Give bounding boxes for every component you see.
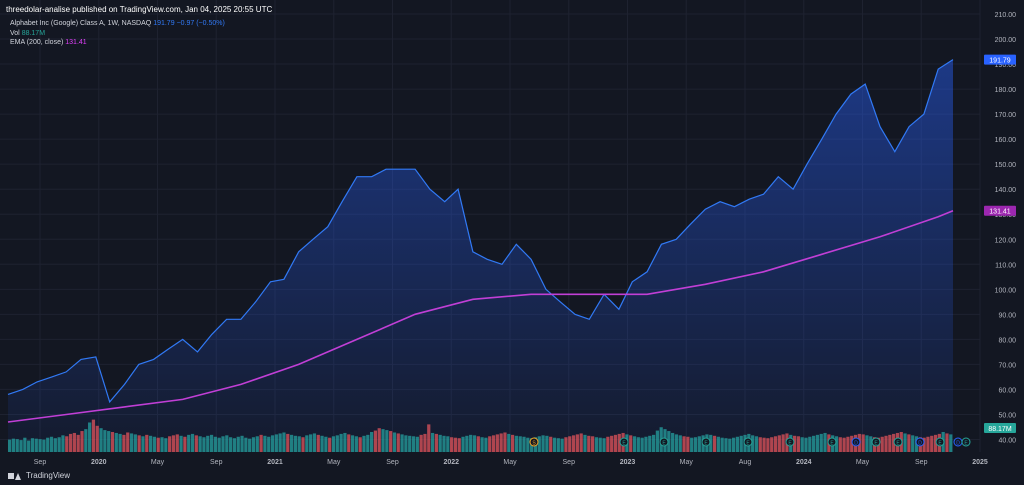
y-tick-label: 180.00 [995, 87, 1017, 94]
x-tick-label: Sep [210, 459, 223, 466]
x-tick-label: Sep [915, 459, 928, 466]
x-tick-label: May [327, 459, 341, 466]
y-tick-label: 160.00 [995, 137, 1017, 144]
x-tick-label: 2020 [91, 459, 107, 466]
legend-volume-row: Vol 88.17M [10, 29, 225, 39]
y-tick-label: 90.00 [998, 312, 1016, 319]
y-tick-label: 200.00 [995, 37, 1017, 44]
x-tick-label: 2023 [620, 459, 636, 466]
y-tick-label: 80.00 [998, 337, 1016, 344]
x-tick-label: May [151, 459, 165, 466]
legend-price: 191.79 [153, 20, 175, 27]
x-tick-label: 2021 [267, 459, 283, 466]
y-tick-label: 170.00 [995, 112, 1017, 119]
y-tick-label: 120.00 [995, 237, 1017, 244]
last-ema-label: 131.41 [989, 209, 1011, 216]
x-tick-label: May [680, 459, 694, 466]
y-tick-label: 100.00 [995, 287, 1017, 294]
x-tick-label: May [503, 459, 517, 466]
x-tick-label: May [856, 459, 870, 466]
y-tick-label: 50.00 [998, 412, 1016, 419]
y-tick-label: 70.00 [998, 362, 1016, 369]
legend-symbol-row: Alphabet Inc (Google) Class A, 1W, NASDA… [10, 19, 225, 29]
x-tick-label: Sep [563, 459, 576, 466]
tradingview-brand: TradingView [26, 471, 71, 480]
legend-symbol: Alphabet Inc (Google) Class A, 1W, NASDA… [10, 20, 152, 27]
x-tick-label: 2022 [443, 459, 459, 466]
x-tick-label: Sep [34, 459, 47, 466]
event-marker-label: D [956, 441, 960, 447]
legend-ema-value: 131.41 [65, 39, 87, 46]
x-tick-label: Sep [386, 459, 399, 466]
last-volume-label: 88.17M [988, 426, 1012, 433]
legend-vol-label: Vol [10, 29, 20, 37]
publisher-line: threedolar-analise published on TradingV… [6, 5, 273, 14]
legend-ema-label: EMA (200, close) [10, 39, 64, 46]
y-tick-label: 140.00 [995, 187, 1017, 194]
last-price-label: 191.79 [989, 58, 1011, 65]
y-tick-label: 60.00 [998, 387, 1016, 394]
x-tick-label: Aug [739, 459, 752, 466]
price-chart[interactable]: Sep 2020 May Sep 2021 May Sep 2022 May Sep 2023 May… [0, 0, 1024, 485]
y-tick-label: 110.00 [995, 262, 1016, 269]
y-tick-label: 40.00 [998, 437, 1016, 444]
y-tick-label: 210.00 [995, 12, 1017, 19]
x-tick-label: 2025 [972, 459, 988, 466]
tradingview-logo-icon [8, 472, 22, 480]
chart-legend: Alphabet Inc (Google) Class A, 1W, NASDA… [10, 19, 225, 48]
x-tick-label: 2024 [796, 459, 812, 466]
tradingview-footer[interactable]: TradingView [8, 471, 70, 480]
legend-vol-value: 88.17M [21, 29, 46, 37]
event-marker-label: D [854, 441, 858, 447]
y-tick-label: 150.00 [995, 162, 1017, 169]
legend-ema-row: EMA (200, close) 131.41 [10, 38, 225, 48]
event-marker-label: D [918, 441, 922, 447]
legend-change: −0.97 (−0.50%) [176, 20, 225, 27]
